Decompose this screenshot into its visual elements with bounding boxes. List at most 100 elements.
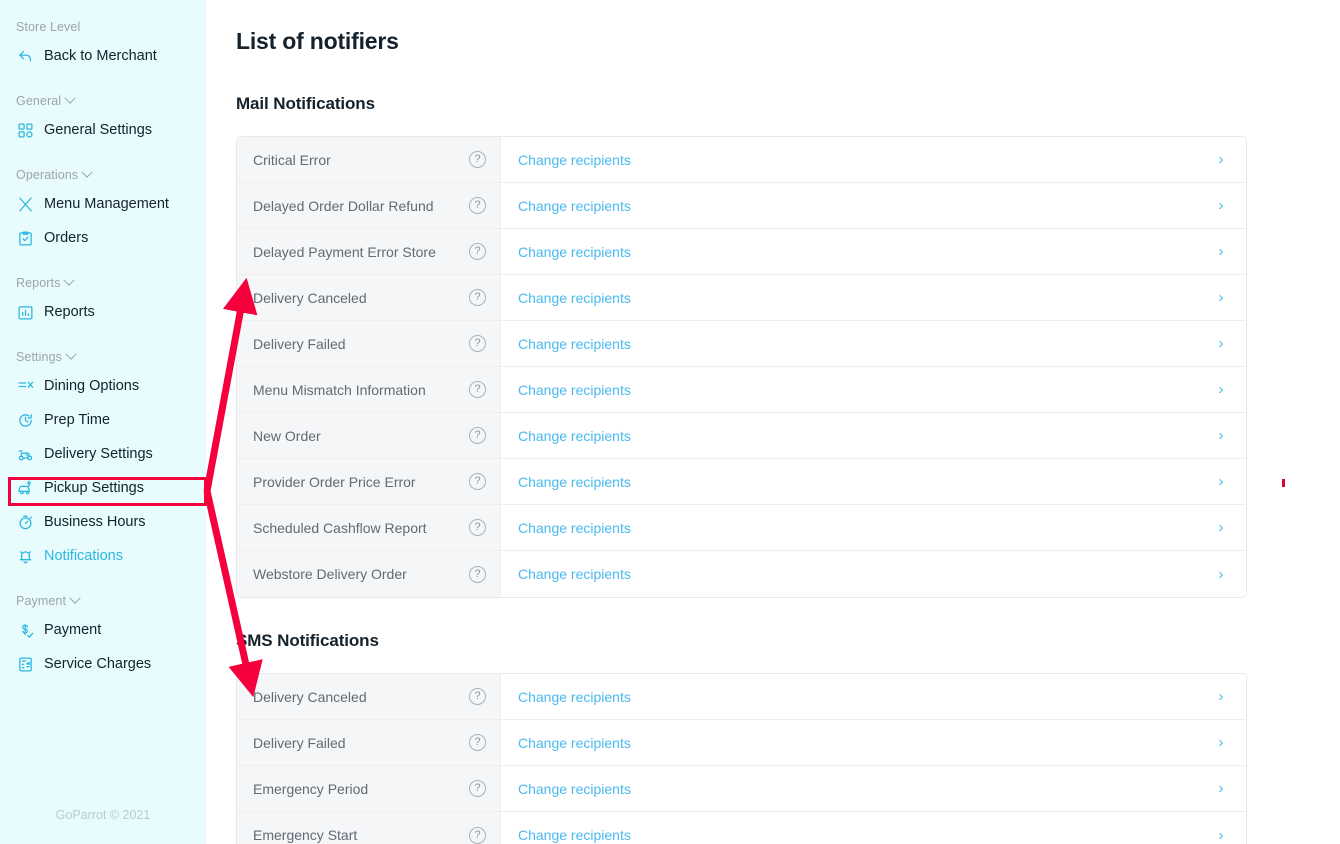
change-recipients-link[interactable]: Change recipients <box>518 336 631 352</box>
help-icon[interactable]: ? <box>469 151 486 168</box>
bell-icon <box>16 547 34 565</box>
help-icon[interactable]: ? <box>469 519 486 536</box>
help-icon[interactable]: ? <box>469 335 486 352</box>
sidebar-footer: GoParrot © 2021 <box>55 808 151 822</box>
change-recipients-link[interactable]: Change recipients <box>518 735 631 751</box>
chevron-right-icon[interactable]: › <box>1214 336 1228 351</box>
table-row[interactable]: Delivery Canceled? Change recipients › <box>237 275 1246 321</box>
table-row[interactable]: Menu Mismatch Information? Change recipie… <box>237 367 1246 413</box>
sidebar-item-pickup-settings[interactable]: Pickup Settings <box>0 474 206 502</box>
notifier-name: Webstore Delivery Order <box>253 566 407 582</box>
change-recipients-link[interactable]: Change recipients <box>518 244 631 260</box>
sidebar-item-business-hours[interactable]: Business Hours <box>0 508 206 536</box>
help-icon[interactable]: ? <box>469 734 486 751</box>
sidebar-group-label-settings[interactable]: Settings <box>0 348 206 366</box>
notifier-action-cell: Change recipients › <box>501 183 1246 228</box>
sidebar-item-label: General Settings <box>44 122 153 138</box>
bar-chart-icon <box>16 303 34 321</box>
change-recipients-link[interactable]: Change recipients <box>518 428 631 444</box>
sidebar-group-label-operations[interactable]: Operations <box>0 166 206 184</box>
sidebar-item-orders[interactable]: Orders <box>0 224 206 252</box>
change-recipients-link[interactable]: Change recipients <box>518 520 631 536</box>
chevron-right-icon[interactable]: › <box>1214 828 1228 843</box>
help-icon[interactable]: ? <box>469 197 486 214</box>
sidebar-item-notifications[interactable]: Notifications <box>0 542 206 570</box>
stopwatch-icon <box>16 513 34 531</box>
change-recipients-link[interactable]: Change recipients <box>518 689 631 705</box>
table-row[interactable]: Webstore Delivery Order? Change recipient… <box>237 551 1246 597</box>
table-row[interactable]: Provider Order Price Error? Change recipi… <box>237 459 1246 505</box>
sidebar-item-service-charges[interactable]: Service Charges <box>0 650 206 678</box>
sidebar-item-payment[interactable]: Payment <box>0 616 206 644</box>
change-recipients-link[interactable]: Change recipients <box>518 290 631 306</box>
change-recipients-link[interactable]: Change recipients <box>518 198 631 214</box>
sidebar-item-prep-time[interactable]: Prep Time <box>0 406 206 434</box>
notifier-action-cell: Change recipients › <box>501 321 1246 366</box>
chevron-right-icon[interactable]: › <box>1214 781 1228 796</box>
chevron-right-icon[interactable]: › <box>1214 689 1228 704</box>
sidebar-item-label: Dining Options <box>44 378 140 394</box>
table-row[interactable]: Delayed Order Dollar Refund? Change recip… <box>237 183 1246 229</box>
sidebar-group-label-payment[interactable]: Payment <box>0 592 206 610</box>
notifier-name-cell: Scheduled Cashflow Report? <box>237 505 501 550</box>
chevron-right-icon[interactable]: › <box>1214 152 1228 167</box>
chevron-right-icon[interactable]: › <box>1214 735 1228 750</box>
chevron-down-icon <box>65 348 77 360</box>
table-row[interactable]: Critical Error? Change recipients › <box>237 137 1246 183</box>
group-label-text: Store Level <box>16 20 81 34</box>
table-row[interactable]: Emergency Start? Change recipients › <box>237 812 1246 844</box>
table-row[interactable]: Delivery Canceled? Change recipients › <box>237 674 1246 720</box>
change-recipients-link[interactable]: Change recipients <box>518 827 631 843</box>
sidebar-item-label: Service Charges <box>44 656 152 672</box>
sms-notifications-table: Delivery Canceled? Change recipients › Deli… <box>236 673 1247 844</box>
change-recipients-link[interactable]: Change recipients <box>518 474 631 490</box>
change-recipients-link[interactable]: Change recipients <box>518 781 631 797</box>
help-icon[interactable]: ? <box>469 688 486 705</box>
group-label-text: General <box>16 94 62 108</box>
notifier-action-cell: Change recipients › <box>501 551 1246 597</box>
sidebar-group-label-reports[interactable]: Reports <box>0 274 206 292</box>
sidebar-item-general-settings[interactable]: General Settings <box>0 116 206 144</box>
table-row[interactable]: Delayed Payment Error Store? Change recip… <box>237 229 1246 275</box>
change-recipients-link[interactable]: Change recipients <box>518 152 631 168</box>
sidebar-group-label-general[interactable]: General <box>0 92 206 110</box>
chevron-right-icon[interactable]: › <box>1214 198 1228 213</box>
chevron-right-icon[interactable]: › <box>1214 244 1228 259</box>
sidebar-item-reports[interactable]: Reports <box>0 298 206 326</box>
sidebar-item-back-to-merchant[interactable]: Back to Merchant <box>0 42 206 70</box>
help-icon[interactable]: ? <box>469 243 486 260</box>
chevron-right-icon[interactable]: › <box>1214 520 1228 535</box>
help-icon[interactable]: ? <box>469 826 486 844</box>
table-row[interactable]: Delivery Failed? Change recipients › <box>237 321 1246 367</box>
sidebar-item-dining-options[interactable]: Dining Options <box>0 372 206 400</box>
chevron-right-icon[interactable]: › <box>1214 382 1228 397</box>
table-row[interactable]: Scheduled Cashflow Report? Change recipie… <box>237 505 1246 551</box>
help-icon[interactable]: ? <box>469 565 486 583</box>
help-icon[interactable]: ? <box>469 289 486 306</box>
sidebar: Store Level Back to Merchant General Genera… <box>0 0 206 844</box>
chevron-right-icon[interactable]: › <box>1214 428 1228 443</box>
change-recipients-link[interactable]: Change recipients <box>518 566 631 582</box>
chevron-down-icon <box>64 92 76 104</box>
section-title-sms: SMS Notifications <box>236 631 379 650</box>
notifier-name: Scheduled Cashflow Report <box>253 519 427 536</box>
notifier-name: Critical Error <box>253 151 331 168</box>
sidebar-item-menu-management[interactable]: Menu Management <box>0 190 206 218</box>
chevron-right-icon[interactable]: › <box>1214 474 1228 489</box>
notifier-name-cell: Delivery Canceled? <box>237 674 501 719</box>
table-row[interactable]: New Order? Change recipients › <box>237 413 1246 459</box>
table-row[interactable]: Delivery Failed? Change recipients › <box>237 720 1246 766</box>
help-icon[interactable]: ? <box>469 780 486 797</box>
delivery-scooter-icon <box>16 445 34 463</box>
chevron-right-icon[interactable]: › <box>1214 290 1228 305</box>
table-row[interactable]: Emergency Period? Change recipients › <box>237 766 1246 812</box>
sidebar-item-delivery-settings[interactable]: Delivery Settings <box>0 440 206 468</box>
help-icon[interactable]: ? <box>469 427 486 444</box>
sidebar-item-label: Payment <box>44 622 102 638</box>
chevron-right-icon[interactable]: › <box>1214 567 1228 582</box>
notifier-name: Provider Order Price Error <box>253 473 416 490</box>
change-recipients-link[interactable]: Change recipients <box>518 382 631 398</box>
help-icon[interactable]: ? <box>469 473 486 490</box>
help-icon[interactable]: ? <box>469 381 486 398</box>
chevron-down-icon <box>81 166 93 178</box>
